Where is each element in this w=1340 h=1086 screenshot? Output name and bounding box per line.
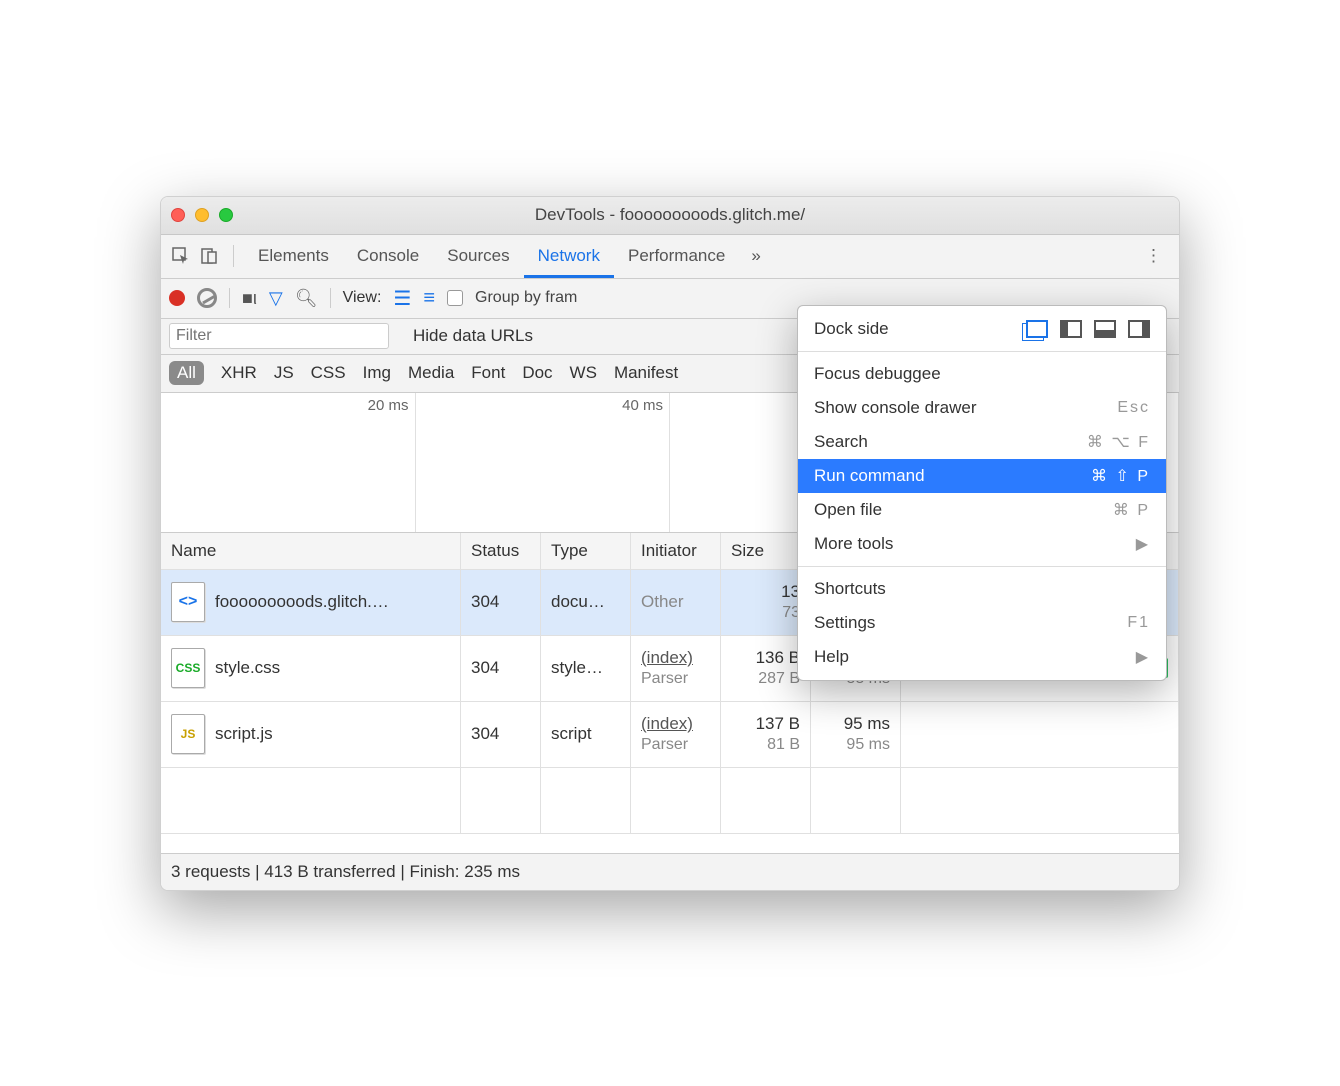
dock-right-icon[interactable] — [1128, 320, 1150, 338]
menu-item-search[interactable]: Search ⌘ ⌥ F — [798, 425, 1166, 459]
request-type: style… — [541, 636, 631, 701]
dock-bottom-icon[interactable] — [1094, 320, 1116, 338]
type-filter-media[interactable]: Media — [408, 363, 454, 383]
request-name: script.js — [215, 724, 273, 744]
menu-item-shortcut: ▶ — [1136, 647, 1150, 667]
group-by-frame-label: Group by fram — [475, 289, 577, 307]
request-status: 304 — [461, 570, 541, 635]
divider — [229, 288, 230, 308]
type-filter-font[interactable]: Font — [471, 363, 505, 383]
search-icon[interactable]: 🔍︎ — [295, 288, 318, 309]
menu-item-shortcut: ⌘ ⇧ P — [1091, 466, 1150, 486]
divider — [233, 245, 234, 267]
more-tabs-button[interactable]: » — [739, 246, 772, 266]
menu-item-label: Help — [814, 647, 849, 667]
dock-side-label: Dock side — [814, 319, 889, 339]
request-time: 95 ms95 ms — [811, 702, 901, 767]
timeline-tick: 20 ms — [161, 393, 416, 532]
panel-tabs: ElementsConsoleSourcesNetworkPerformance… — [161, 235, 1179, 279]
tab-console[interactable]: Console — [343, 234, 433, 278]
type-filter-js[interactable]: JS — [274, 363, 294, 383]
type-filter-doc[interactable]: Doc — [522, 363, 552, 383]
devtools-window: DevTools - fooooooooods.glitch.me/ Eleme… — [160, 196, 1180, 891]
request-initiator: (index)Parser — [631, 702, 721, 767]
main-menu-dropdown: Dock side Focus debuggee Show console dra… — [797, 305, 1167, 681]
filter-input[interactable] — [169, 323, 389, 349]
type-filter-css[interactable]: CSS — [311, 363, 346, 383]
menu-item-label: Settings — [814, 613, 875, 633]
screenshots-icon[interactable]: ■ι — [242, 288, 257, 309]
record-button[interactable] — [169, 290, 185, 306]
device-toolbar-icon[interactable] — [195, 247, 223, 265]
menu-item-shortcut: ▶ — [1136, 534, 1150, 554]
menu-item-label: Run command — [814, 466, 925, 486]
request-initiator: Other — [631, 570, 721, 635]
menu-item-label: Search — [814, 432, 868, 452]
kebab-menu-button[interactable]: ⋮ — [1135, 246, 1173, 266]
menu-item-shortcut: ⌘ P — [1113, 500, 1150, 520]
dock-left-icon[interactable] — [1060, 320, 1082, 338]
menu-item-shortcut: Esc — [1117, 399, 1150, 417]
type-filter-xhr[interactable]: XHR — [221, 363, 257, 383]
table-row[interactable]: JS script.js 304script(index)Parser137 B81… — [161, 702, 1179, 768]
divider — [330, 288, 331, 308]
menu-separator — [798, 351, 1166, 352]
request-name: fooooooooods.glitch.… — [215, 592, 389, 612]
menu-item-label: Show console drawer — [814, 398, 977, 418]
inspect-element-icon[interactable] — [167, 247, 195, 265]
tab-performance[interactable]: Performance — [614, 234, 739, 278]
request-status: 304 — [461, 702, 541, 767]
hide-data-urls-label: Hide data URLs — [413, 326, 533, 346]
timeline-tick: 40 ms — [416, 393, 671, 532]
menu-item-help[interactable]: Help ▶ — [798, 640, 1166, 674]
tab-sources[interactable]: Sources — [433, 234, 523, 278]
view-label: View: — [343, 289, 382, 307]
menu-dock-side: Dock side — [798, 312, 1166, 346]
tab-elements[interactable]: Elements — [244, 234, 343, 278]
window-title: DevTools - fooooooooods.glitch.me/ — [161, 205, 1179, 225]
menu-item-shortcut: ⌘ ⌥ F — [1087, 432, 1150, 452]
file-icon: CSS — [171, 648, 205, 688]
menu-item-shortcut: F1 — [1127, 614, 1150, 632]
file-icon: <> — [171, 582, 205, 622]
clear-button[interactable] — [197, 288, 217, 308]
col-name[interactable]: Name — [161, 533, 461, 569]
menu-item-focus-debuggee[interactable]: Focus debuggee — [798, 357, 1166, 391]
request-status: 304 — [461, 636, 541, 701]
status-bar: 3 requests | 413 B transferred | Finish:… — [161, 853, 1179, 890]
menu-item-show-console-drawer[interactable]: Show console drawer Esc — [798, 391, 1166, 425]
col-initiator[interactable]: Initiator — [631, 533, 721, 569]
menu-item-label: Open file — [814, 500, 882, 520]
type-filter-ws[interactable]: WS — [570, 363, 597, 383]
waterfall-toggle-icon[interactable]: ≡ — [423, 287, 435, 310]
menu-separator — [798, 566, 1166, 567]
menu-item-run-command[interactable]: Run command ⌘ ⇧ P — [798, 459, 1166, 493]
menu-item-shortcuts[interactable]: Shortcuts — [798, 572, 1166, 606]
menu-item-label: Focus debuggee — [814, 364, 941, 384]
large-rows-icon[interactable]: ☰ — [393, 286, 411, 311]
request-size: 137 B81 B — [721, 702, 811, 767]
type-filter-all[interactable]: All — [169, 361, 204, 385]
file-icon: JS — [171, 714, 205, 754]
request-type: script — [541, 702, 631, 767]
menu-item-more-tools[interactable]: More tools ▶ — [798, 527, 1166, 561]
menu-item-label: More tools — [814, 534, 893, 554]
titlebar: DevTools - fooooooooods.glitch.me/ — [161, 197, 1179, 235]
col-type[interactable]: Type — [541, 533, 631, 569]
col-status[interactable]: Status — [461, 533, 541, 569]
tab-network[interactable]: Network — [524, 234, 614, 278]
table-row-empty — [161, 768, 1179, 834]
menu-item-settings[interactable]: Settings F1 — [798, 606, 1166, 640]
request-initiator: (index)Parser — [631, 636, 721, 701]
dock-undock-icon[interactable] — [1026, 320, 1048, 338]
request-name: style.css — [215, 658, 280, 678]
menu-item-open-file[interactable]: Open file ⌘ P — [798, 493, 1166, 527]
type-filter-manifest[interactable]: Manifest — [614, 363, 678, 383]
menu-item-label: Shortcuts — [814, 579, 886, 599]
request-waterfall — [901, 702, 1179, 767]
request-type: docu… — [541, 570, 631, 635]
type-filter-img[interactable]: Img — [363, 363, 391, 383]
filter-icon[interactable]: ▽ — [269, 288, 283, 309]
group-by-frame-checkbox[interactable] — [447, 290, 463, 306]
